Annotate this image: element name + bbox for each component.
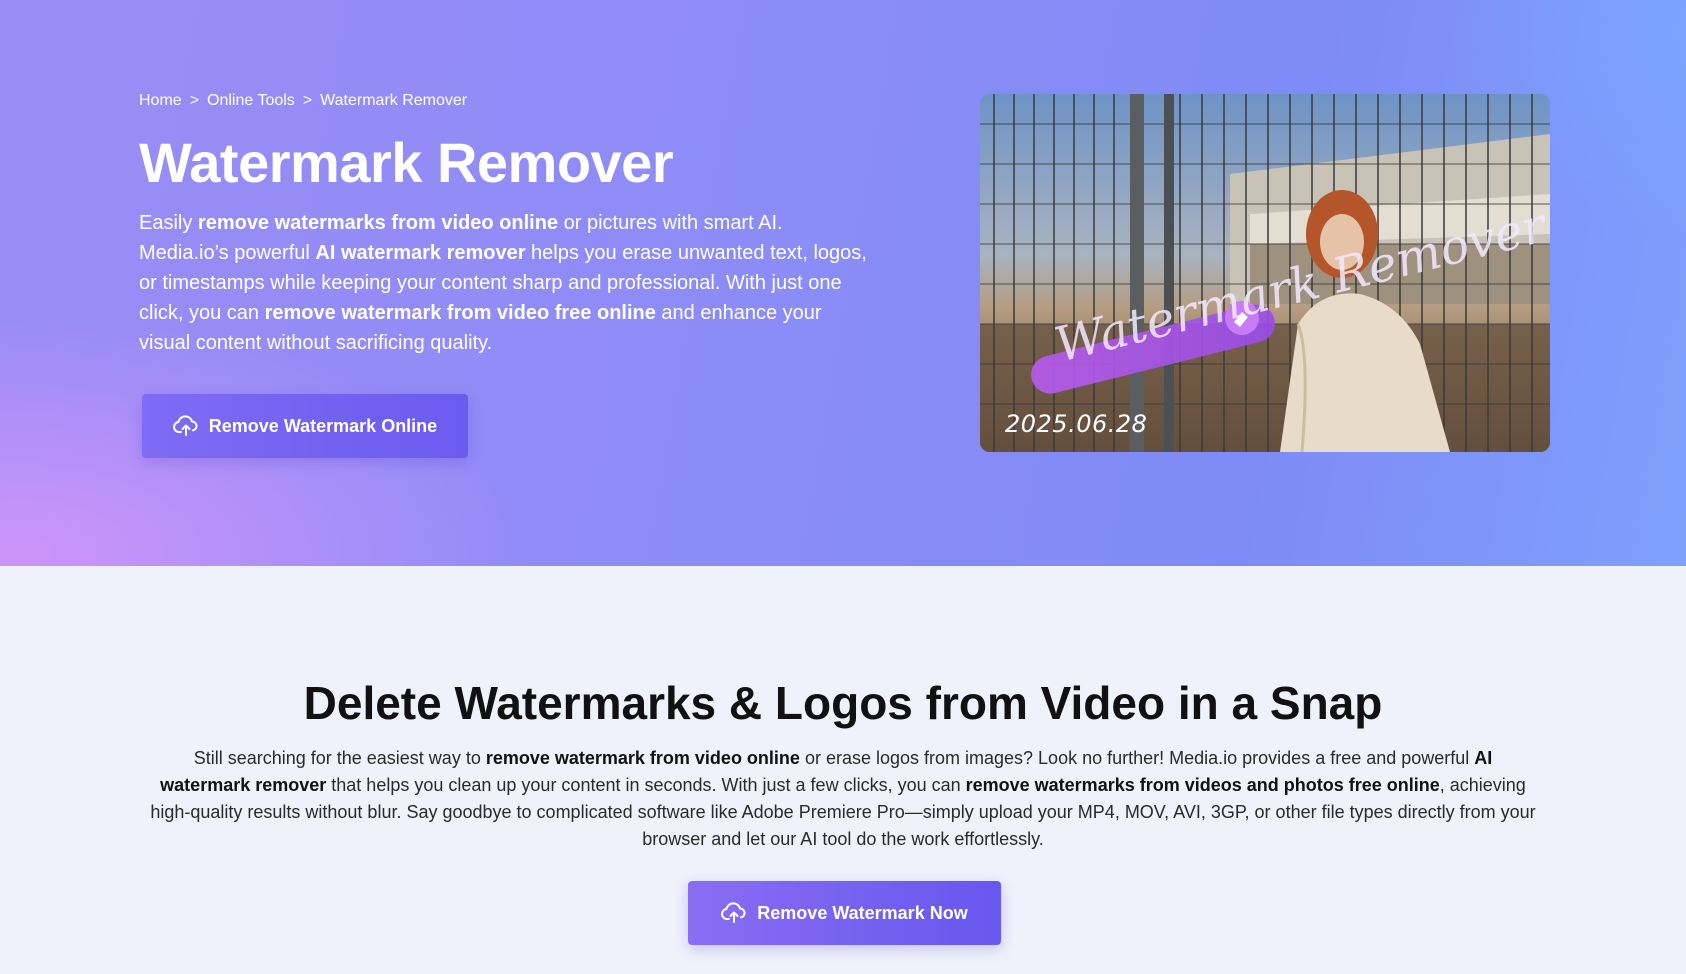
breadcrumb-item-home[interactable]: Home xyxy=(139,92,182,110)
section-description: Still searching for the easiest way to r… xyxy=(150,745,1536,853)
emphasis-text: remove watermark from video free online xyxy=(264,302,656,324)
breadcrumb-separator: > xyxy=(189,92,200,109)
breadcrumb-item-online-tools[interactable]: Online Tools xyxy=(207,92,295,110)
section-title: Delete Watermarks & Logos from Video in … xyxy=(303,677,1383,729)
button-label: Remove Watermark Now xyxy=(757,902,968,923)
cloud-upload-icon xyxy=(172,415,198,436)
body-text: that helps you clean up your content in … xyxy=(326,775,966,795)
hero-section: Home > Online Tools > Watermark Remover … xyxy=(0,0,1686,566)
hero-description: Easily remove watermarks from video onli… xyxy=(139,208,869,358)
body-text: Easily xyxy=(139,212,198,234)
hero-demo-image: Watermark Remover 2025.06.28 xyxy=(980,94,1550,452)
remove-watermark-online-button[interactable]: Remove Watermark Online xyxy=(142,394,468,458)
button-label: Remove Watermark Online xyxy=(208,415,438,436)
emphasis-text: remove watermarks from video online xyxy=(197,212,559,234)
date-stamp: 2025.06.28 xyxy=(1005,410,1148,438)
emphasis-text: AI watermark remover xyxy=(315,242,526,264)
page-title: Watermark Remover xyxy=(139,131,674,194)
breadcrumb-separator: > xyxy=(302,92,313,109)
breadcrumb: Home > Online Tools > Watermark Remover xyxy=(139,92,467,110)
body-text: or erase logos from images? Look no furt… xyxy=(799,748,1475,768)
fence-scene-illustration: Watermark Remover xyxy=(980,94,1550,452)
body-text: Still searching for the easiest way to xyxy=(193,748,486,768)
emphasis-text: remove watermarks from videos and photos… xyxy=(965,775,1440,795)
breadcrumb-item-current: Watermark Remover xyxy=(320,92,468,109)
emphasis-text: remove watermark from video online xyxy=(485,748,800,768)
cloud-upload-icon xyxy=(721,902,746,923)
remove-watermark-now-button[interactable]: Remove Watermark Now xyxy=(688,881,1001,945)
